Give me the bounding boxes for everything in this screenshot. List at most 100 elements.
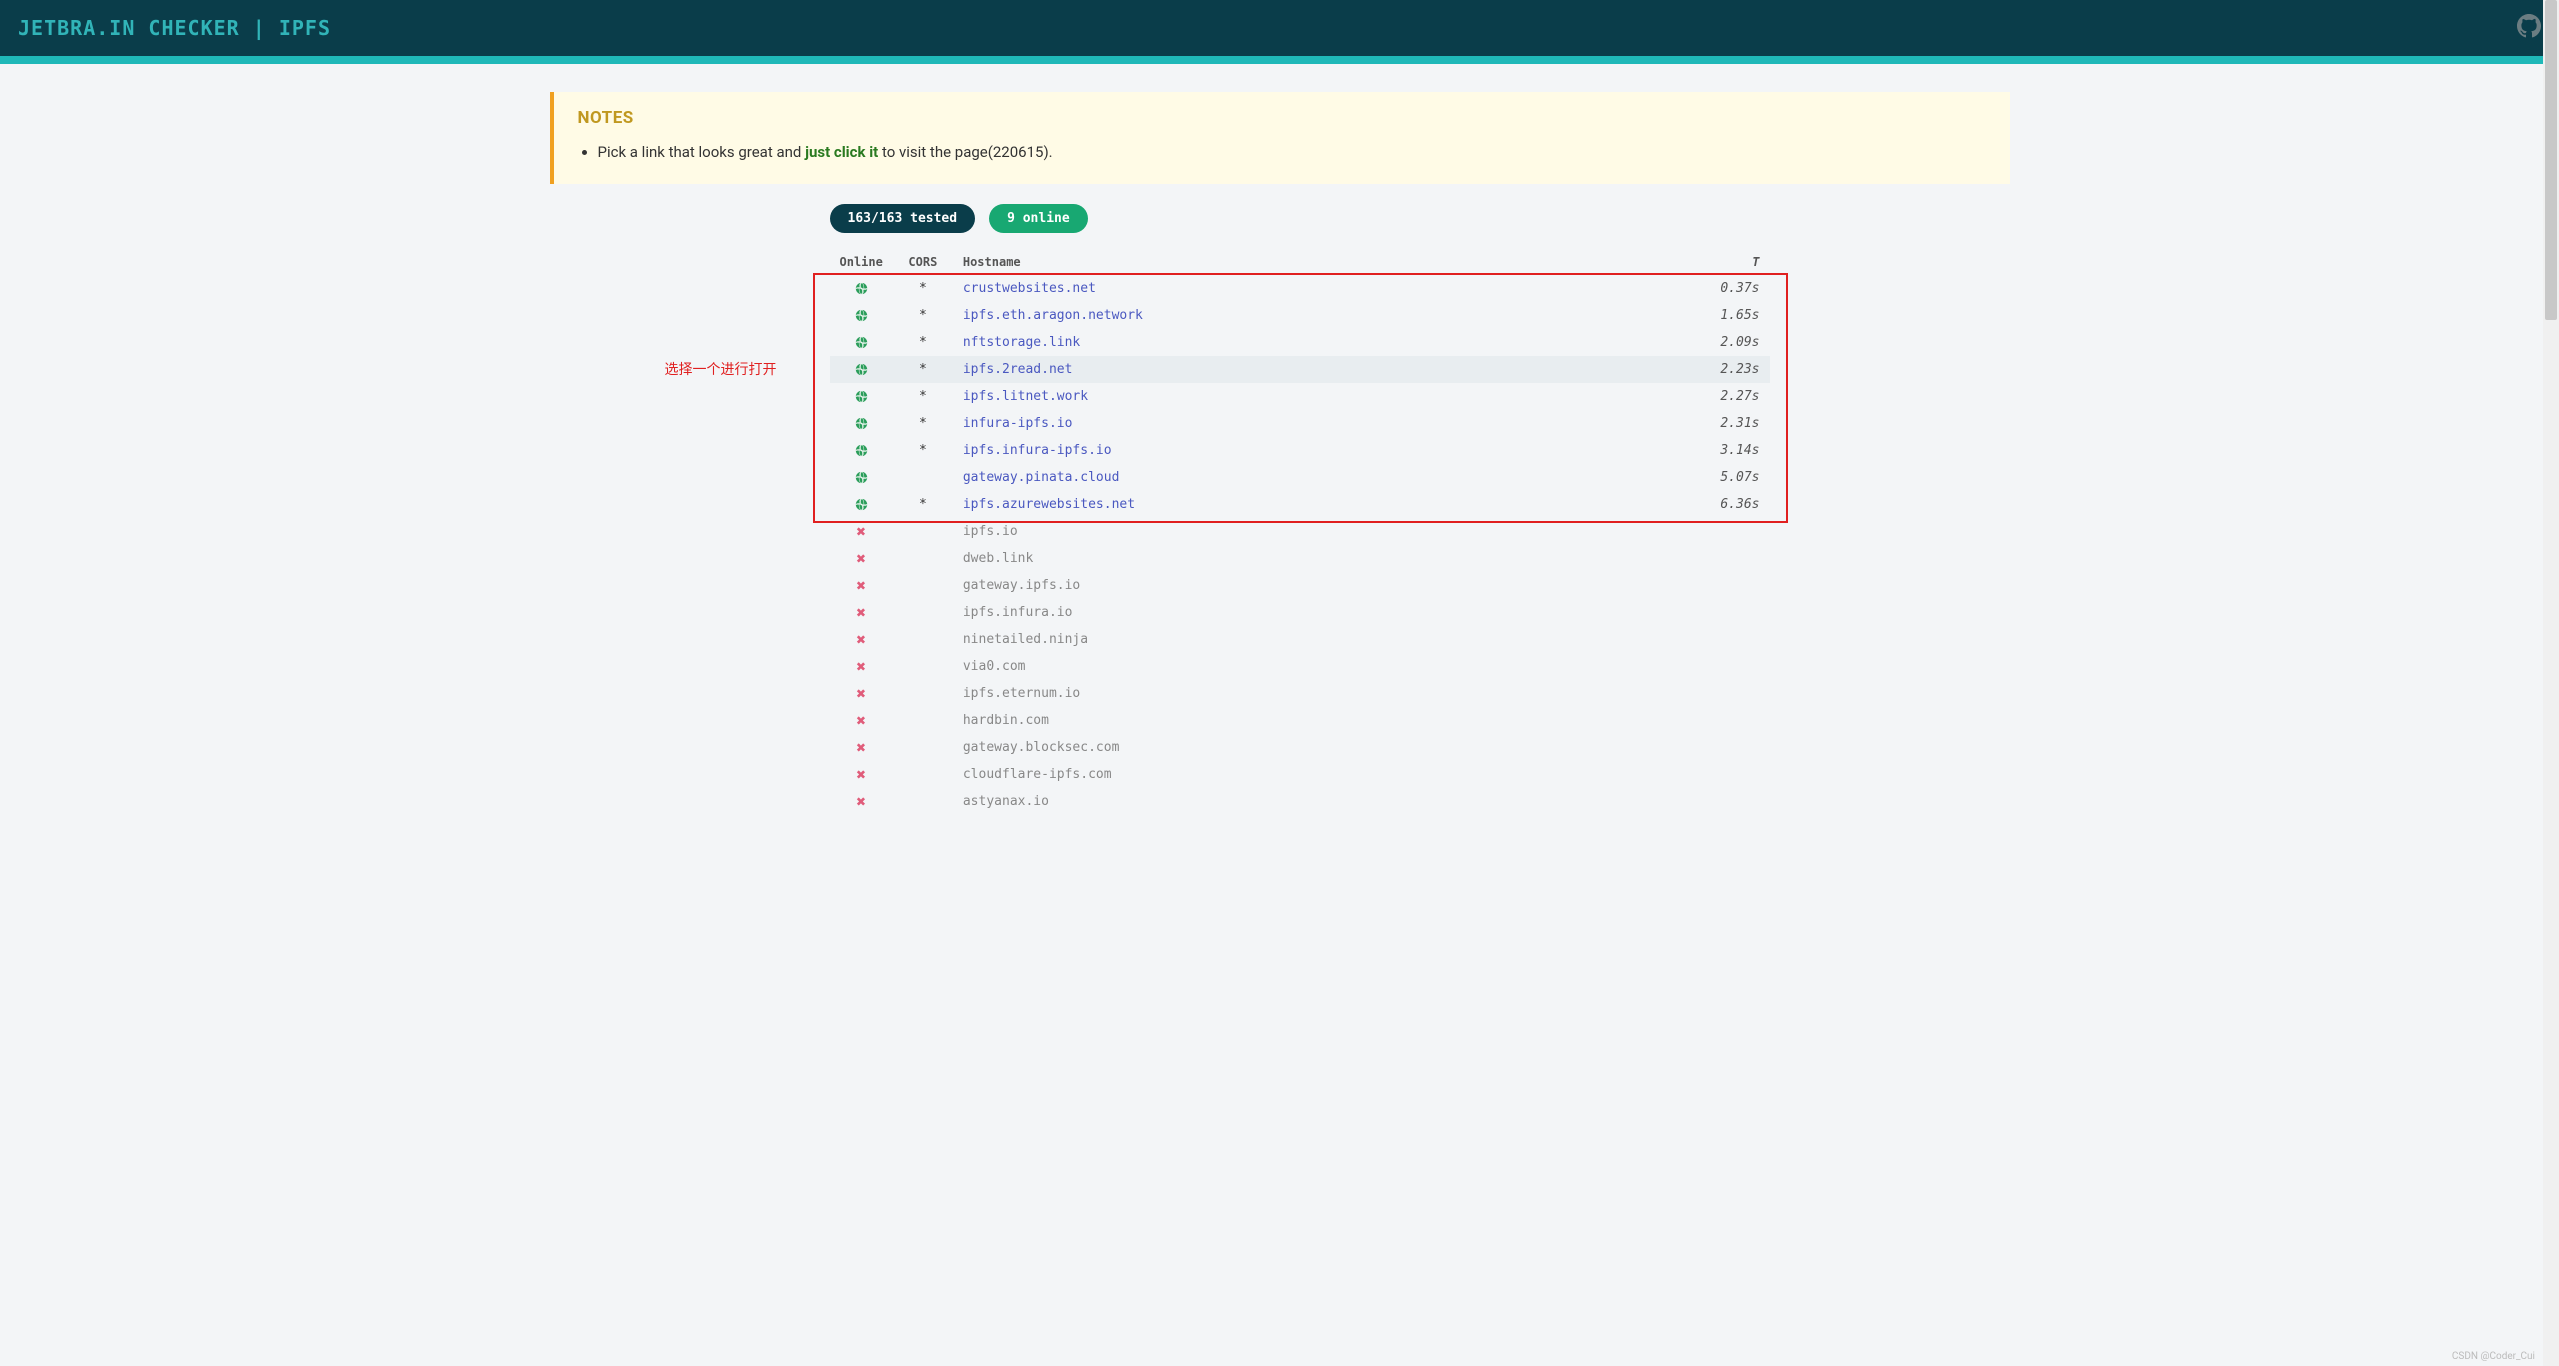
cors-cell [893,653,953,680]
hostname-cell: ninetailed.ninja [953,626,1690,653]
table-row: ✖ ipfs.infura.io [830,599,1770,626]
table-row[interactable]: * ipfs.2read.net 2.23s [830,356,1770,383]
globe-icon [855,335,868,350]
online-cell: ✖ [830,599,893,626]
cors-cell [893,707,953,734]
table-row[interactable]: * ipfs.infura-ipfs.io 3.14s [830,437,1770,464]
x-icon: ✖ [856,603,866,622]
hostname-offline: gateway.ipfs.io [963,578,1080,593]
hostname-link[interactable]: ipfs.2read.net [963,362,1073,377]
hostname-link[interactable]: crustwebsites.net [963,281,1096,296]
status-row: 163/163 tested 9 online [830,204,2010,233]
notes-box: NOTES Pick a link that looks great and j… [550,92,2010,184]
scrollbar-thumb[interactable] [2545,0,2557,320]
x-icon: ✖ [856,576,866,595]
table-row[interactable]: * ipfs.eth.aragon.network 1.65s [830,302,1770,329]
table-row[interactable]: gateway.pinata.cloud 5.07s [830,464,1770,491]
online-cell [830,410,893,437]
cors-cell [893,545,953,572]
globe-icon [855,497,868,512]
x-icon: ✖ [856,630,866,649]
hostname-cell: nftstorage.link [953,329,1690,356]
globe-icon [855,389,868,404]
online-pill: 9 online [989,204,1088,233]
hostname-link[interactable]: ipfs.azurewebsites.net [963,497,1135,512]
online-cell [830,329,893,356]
online-cell: ✖ [830,653,893,680]
accent-bar [0,56,2559,64]
table-header-row: Online CORS Hostname T [830,249,1770,275]
online-cell: ✖ [830,518,893,545]
x-icon: ✖ [856,738,866,757]
hostname-link[interactable]: ipfs.eth.aragon.network [963,308,1143,323]
hostname-cell: ipfs.eternum.io [953,680,1690,707]
cors-cell: * [893,491,953,518]
table-row[interactable]: * nftstorage.link 2.09s [830,329,1770,356]
time-cell: 2.09s [1690,329,1770,356]
cors-cell [893,518,953,545]
hostname-link[interactable]: ipfs.infura-ipfs.io [963,443,1112,458]
cors-cell [893,680,953,707]
cors-cell [893,788,953,815]
table-row[interactable]: * ipfs.azurewebsites.net 6.36s [830,491,1770,518]
hostname-offline: astyanax.io [963,794,1049,809]
header-bar: JETBRA.IN CHECKER | IPFS [0,0,2559,56]
cors-cell [893,572,953,599]
table-row[interactable]: * crustwebsites.net 0.37s [830,275,1770,302]
time-cell [1690,788,1770,815]
time-cell: 2.31s [1690,410,1770,437]
hostname-offline: cloudflare-ipfs.com [963,767,1112,782]
hostname-link[interactable]: nftstorage.link [963,335,1080,350]
hostname-cell: infura-ipfs.io [953,410,1690,437]
online-cell: ✖ [830,680,893,707]
table-wrap: 选择一个进行打开 Online CORS Hostname T * crustw… [550,249,2010,815]
table-row: ✖ ipfs.eternum.io [830,680,1770,707]
cors-cell: * [893,329,953,356]
hostname-cell: gateway.ipfs.io [953,572,1690,599]
online-cell: ✖ [830,626,893,653]
hostname-link[interactable]: ipfs.litnet.work [963,389,1088,404]
globe-icon [855,443,868,458]
notes-list: Pick a link that looks great and just cl… [578,140,1986,164]
notes-bold: just click it [805,143,878,161]
globe-icon [855,470,868,485]
online-cell [830,437,893,464]
table-row[interactable]: * infura-ipfs.io 2.31s [830,410,1770,437]
time-cell [1690,680,1770,707]
time-cell: 6.36s [1690,491,1770,518]
hostname-offline: ipfs.eternum.io [963,686,1080,701]
table-body: * crustwebsites.net 0.37s * ipfs.eth.ara… [830,275,1770,815]
th-hostname: Hostname [953,249,1690,275]
time-cell [1690,734,1770,761]
annotation-text: 选择一个进行打开 [665,359,777,379]
time-cell [1690,761,1770,788]
globe-icon [855,281,868,296]
online-cell: ✖ [830,572,893,599]
github-link[interactable] [2517,14,2541,42]
th-online: Online [830,249,893,275]
table-row: ✖ via0.com [830,653,1770,680]
hostname-link[interactable]: gateway.pinata.cloud [963,470,1120,485]
scrollbar-track[interactable] [2543,0,2559,1366]
time-cell [1690,707,1770,734]
hostname-link[interactable]: infura-ipfs.io [963,416,1073,431]
table-row[interactable]: * ipfs.litnet.work 2.27s [830,383,1770,410]
x-icon: ✖ [856,549,866,568]
table-row: ✖ ipfs.io [830,518,1770,545]
cors-cell [893,626,953,653]
hostname-cell: dweb.link [953,545,1690,572]
globe-icon [855,416,868,431]
hostname-cell: ipfs.azurewebsites.net [953,491,1690,518]
time-cell: 0.37s [1690,275,1770,302]
watermark: CSDN @Coder_Cui [2452,1351,2535,1362]
hostname-offline: ipfs.io [963,524,1018,539]
hostname-cell: cloudflare-ipfs.com [953,761,1690,788]
cors-cell: * [893,437,953,464]
hostname-cell: ipfs.eth.aragon.network [953,302,1690,329]
x-icon: ✖ [856,711,866,730]
online-cell: ✖ [830,707,893,734]
notes-item: Pick a link that looks great and just cl… [598,140,1986,164]
notes-text-prefix: Pick a link that looks great and [598,143,806,161]
hostname-cell: ipfs.2read.net [953,356,1690,383]
hostname-offline: ipfs.infura.io [963,605,1073,620]
